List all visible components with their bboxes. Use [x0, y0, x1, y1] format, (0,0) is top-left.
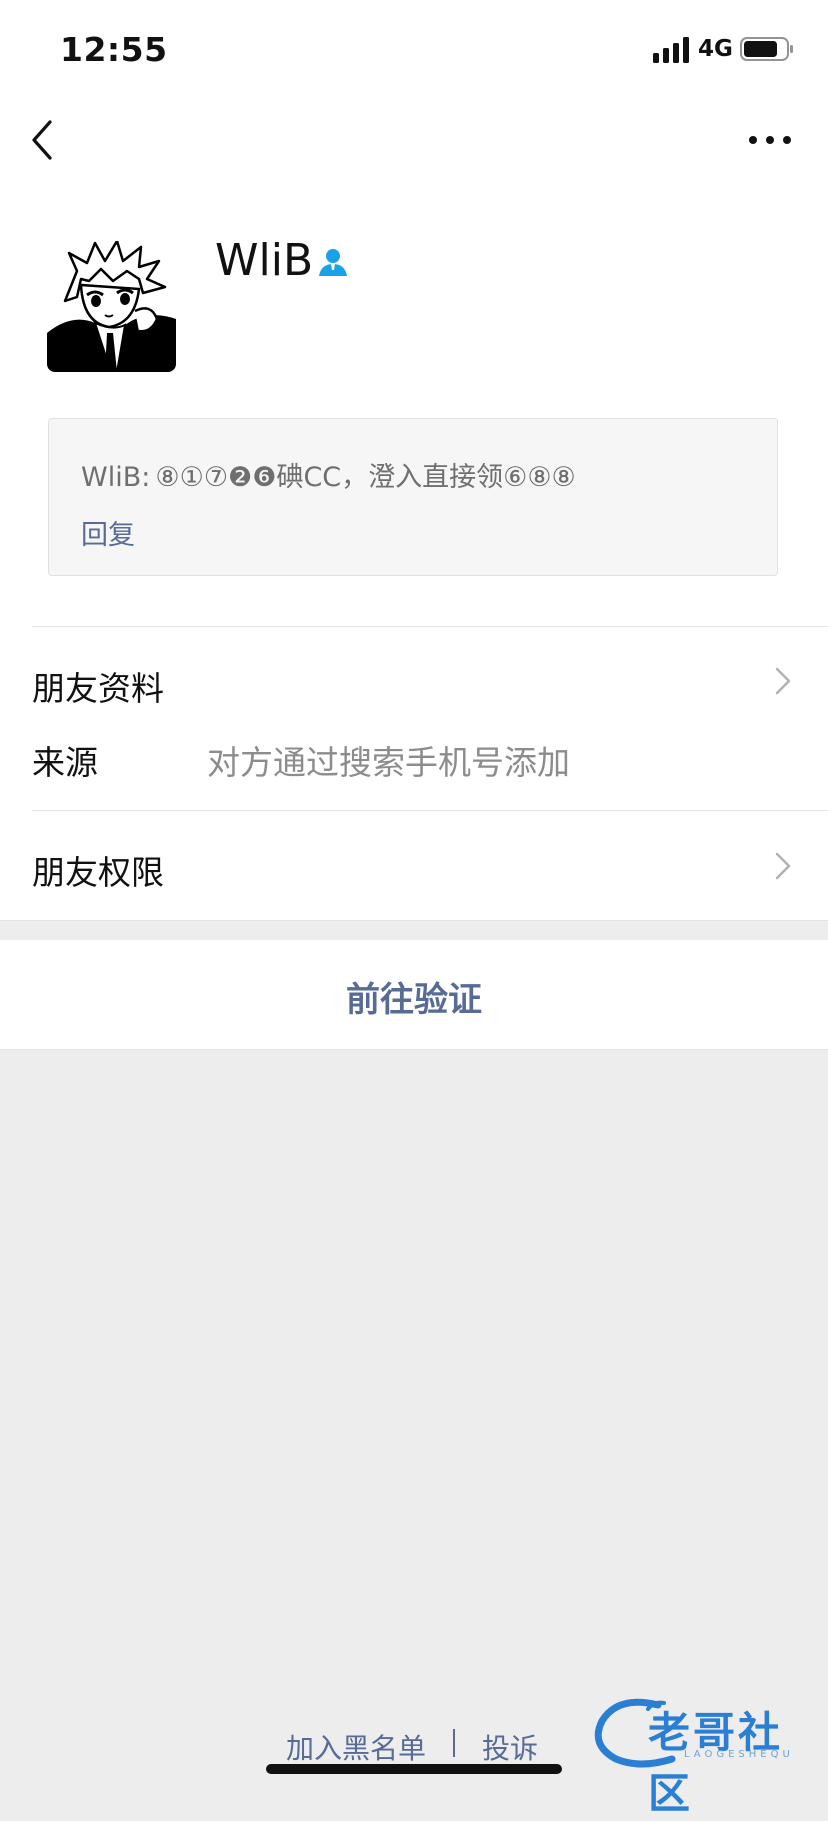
watermark-text: 老哥社区	[648, 1708, 784, 1818]
avatar[interactable]	[47, 241, 176, 372]
go-verify-label: 前往验证	[346, 980, 482, 1020]
verification-message: WliB: ⑧①⑦❷❻碘CC，澄入直接领⑥⑧⑧	[81, 455, 576, 494]
more-options-icon[interactable]	[745, 128, 795, 152]
chevron-right-icon	[775, 667, 791, 695]
cellular-signal-icon	[653, 37, 689, 63]
watermark-logo: 老哥社区 LAOGESHEQU	[588, 1695, 818, 1818]
home-indicator	[266, 1764, 562, 1774]
go-verify-button[interactable]: 前往验证	[0, 940, 828, 1050]
chevron-right-icon	[775, 852, 791, 880]
complain-link[interactable]: 投诉	[482, 1727, 538, 1767]
source-value: 对方通过搜索手机号添加	[207, 743, 570, 782]
contact-name: WliB	[215, 235, 314, 286]
watermark-subtext: LAOGESHEQU	[684, 1749, 794, 1760]
message-text: ⑧①⑦❷❻碘CC，澄入直接领⑥⑧⑧	[155, 462, 576, 493]
contact-person-icon	[319, 249, 347, 276]
verification-message-box: WliB: ⑧①⑦❷❻碘CC，澄入直接领⑥⑧⑧ 回复	[48, 418, 778, 576]
footer-separator	[453, 1729, 455, 1757]
reply-link[interactable]: 回复	[81, 513, 135, 552]
friend-permission-row[interactable]: 朋友权限	[32, 846, 164, 894]
add-to-blacklist-link[interactable]: 加入黑名单	[286, 1727, 426, 1767]
friend-info-row[interactable]: 朋友资料	[32, 662, 164, 710]
section-gap	[0, 920, 828, 940]
divider	[32, 626, 828, 627]
battery-icon	[740, 37, 793, 61]
network-type: 4G	[698, 36, 733, 62]
source-label: 来源	[32, 743, 98, 782]
message-sender: WliB:	[81, 462, 151, 493]
status-time: 12:55	[60, 30, 168, 69]
back-chevron-icon[interactable]	[28, 118, 58, 162]
divider	[32, 810, 828, 811]
